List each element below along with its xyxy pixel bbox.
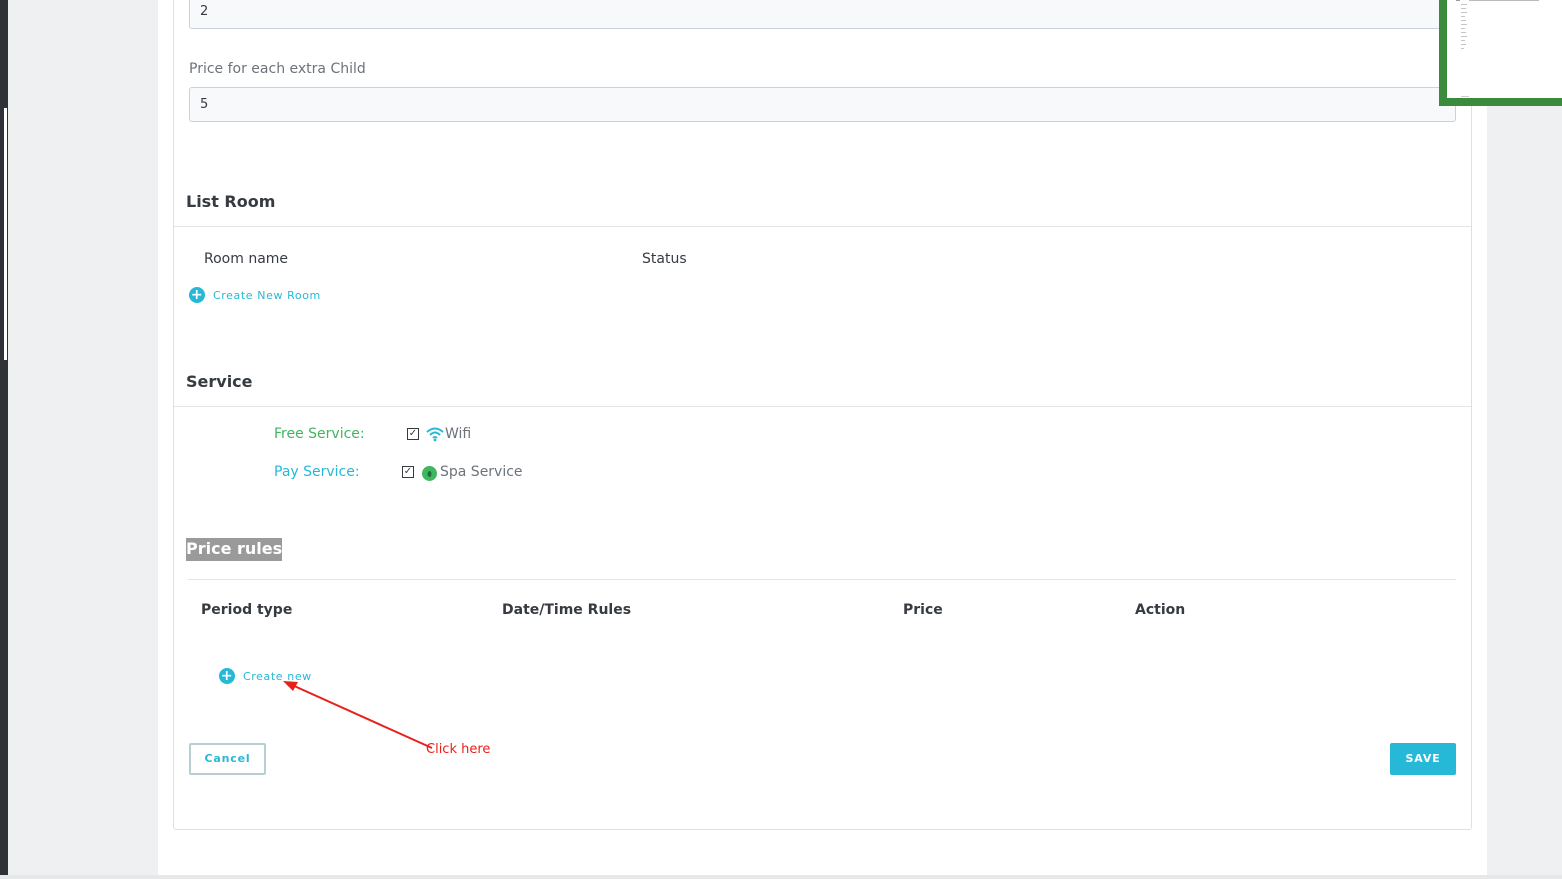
- extra-child-price-label: Price for each extra Child: [189, 61, 366, 77]
- spa-service: Spa Service: [422, 464, 523, 481]
- list-room-divider: [174, 226, 1471, 227]
- list-room-title: List Room: [186, 192, 276, 211]
- plus-circle-icon: +: [189, 287, 205, 303]
- thumbnail-preview-content: [1456, 0, 1539, 97]
- status-column-header: Status: [642, 251, 687, 267]
- thumbnail-preview-page: [1447, 0, 1562, 98]
- wifi-service: Wifi: [426, 426, 471, 442]
- extra-child-price-input[interactable]: 5: [189, 87, 1456, 122]
- extra-child-price-value: 5: [200, 97, 209, 112]
- spa-service-label: Spa Service: [440, 464, 523, 480]
- plus-circle-icon: +: [219, 668, 235, 684]
- form-card: [173, 0, 1472, 830]
- extra-adult-price-value: 2: [200, 4, 209, 19]
- cancel-button[interactable]: Cancel: [189, 743, 266, 775]
- service-title: Service: [186, 372, 253, 391]
- wifi-icon: [426, 426, 444, 442]
- save-button[interactable]: SAVE: [1390, 743, 1456, 775]
- wifi-label: Wifi: [445, 426, 472, 442]
- date-time-rules-column-header: Date/Time Rules: [502, 602, 632, 618]
- price-rules-title: Price rules: [186, 538, 283, 561]
- pay-service-label: Pay Service:: [274, 464, 360, 480]
- period-type-column-header: Period type: [201, 602, 293, 618]
- bottom-strip: [0, 875, 1562, 879]
- create-new-label: Create new: [243, 669, 312, 683]
- spa-icon: [422, 465, 437, 481]
- room-name-column-header: Room name: [204, 251, 289, 267]
- price-column-header: Price: [903, 602, 943, 618]
- price-rules-divider: [188, 579, 1456, 580]
- left-rail-indicator: [4, 108, 7, 360]
- wifi-checkbox[interactable]: ✓: [407, 428, 419, 440]
- extra-adult-price-input[interactable]: 2: [189, 0, 1456, 29]
- action-column-header: Action: [1135, 602, 1186, 618]
- create-new-price-rule-link[interactable]: + Create new: [219, 668, 312, 684]
- service-divider: [174, 406, 1471, 407]
- spa-service-checkbox[interactable]: ✓: [402, 466, 414, 478]
- annotation-click-here: Click here: [426, 742, 491, 757]
- free-service-label: Free Service:: [274, 426, 365, 442]
- create-new-room-link[interactable]: + Create New Room: [189, 287, 321, 303]
- thumbnail-preview: [1439, 0, 1562, 106]
- create-new-room-label: Create New Room: [213, 288, 321, 302]
